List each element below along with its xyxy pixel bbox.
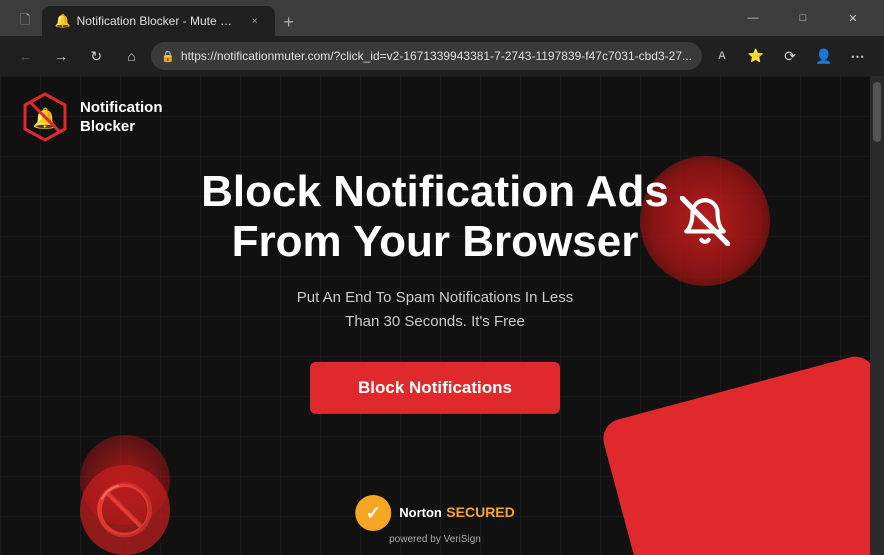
browser-window: 🗋 🔔 Notification Blocker - Mute Noti... …: [0, 0, 884, 555]
active-tab[interactable]: 🔔 Notification Blocker - Mute Noti... ×: [42, 6, 274, 36]
back-button[interactable]: ←: [10, 40, 41, 72]
scrollbar-thumb[interactable]: [873, 82, 881, 142]
menu-button[interactable]: ⋯: [842, 40, 874, 72]
window-controls: — □ ✕: [730, 0, 876, 36]
favorites-button[interactable]: ⭐: [740, 40, 772, 72]
content-area: 🚫 🔔 Notification Blocker: [0, 76, 884, 555]
norton-secured-text: Norton SECURED: [399, 504, 515, 522]
home-button[interactable]: ⌂: [116, 40, 147, 72]
security-lock-icon: 🔒: [161, 50, 175, 63]
logo-text: Notification Blocker: [80, 98, 163, 137]
subtext-line1: Put An End To Spam Notifications In Less: [297, 289, 574, 306]
tab-bar: 🗋 🔔 Notification Blocker - Mute Noti... …: [8, 0, 718, 36]
hero-subtext: Put An End To Spam Notifications In Less…: [135, 286, 735, 334]
no-entry-icon: 🚫: [94, 485, 156, 535]
subtext-line2: Than 30 Seconds. It's Free: [345, 313, 525, 330]
headline-line1: Block Notification Ads: [201, 166, 669, 215]
norton-powered-text: powered by VeriSign: [389, 534, 481, 545]
norton-brand-label: Norton: [399, 505, 442, 520]
hero-headline: Block Notification Ads From Your Browser: [135, 166, 735, 267]
no-entry-icon-circle: 🚫: [80, 465, 170, 555]
nav-bar: ← → ↻ ⌂ 🔒 https://notificationmuter.com/…: [0, 36, 884, 76]
norton-checkmark-icon: ✓: [355, 495, 391, 531]
new-tab-icon: 🗋: [20, 11, 30, 33]
profile-button[interactable]: 👤: [808, 40, 840, 72]
maximize-button[interactable]: □: [780, 0, 826, 36]
norton-text: Norton SECURED: [399, 504, 515, 522]
webpage: 🚫 🔔 Notification Blocker: [0, 76, 870, 555]
title-bar: 🗋 🔔 Notification Blocker - Mute Noti... …: [0, 0, 884, 36]
headline-line2: From Your Browser: [232, 217, 639, 266]
address-bar[interactable]: 🔒 https://notificationmuter.com/?click_i…: [151, 42, 702, 70]
logo-icon: 🔔: [20, 92, 70, 142]
tab-close-button[interactable]: ×: [247, 13, 263, 29]
translate-button[interactable]: A: [706, 40, 738, 72]
tab-favicon: 🔔: [54, 13, 70, 29]
close-button[interactable]: ✕: [830, 0, 876, 36]
norton-badge: ✓ Norton SECURED powered by VeriSign: [355, 495, 515, 545]
hero-section: Block Notification Ads From Your Browser…: [135, 166, 735, 437]
nav-right-buttons: A ⭐ ⟳ 👤 ⋯: [706, 40, 874, 72]
new-tab-button[interactable]: +: [275, 8, 303, 36]
tab-title: Notification Blocker - Mute Noti...: [77, 14, 237, 28]
refresh2-button[interactable]: ⟳: [774, 40, 806, 72]
norton-secured-label: SECURED: [446, 504, 514, 520]
norton-badge-inner: ✓ Norton SECURED: [355, 495, 515, 531]
forward-button[interactable]: →: [45, 40, 76, 72]
url-text: https://notificationmuter.com/?click_id=…: [181, 49, 692, 63]
refresh-button[interactable]: ↻: [81, 40, 112, 72]
block-notifications-button[interactable]: Block Notifications: [310, 362, 560, 414]
scrollbar[interactable]: [870, 76, 884, 555]
site-logo: 🔔 Notification Blocker: [20, 92, 163, 142]
new-tab-placeholder: 🗋: [8, 8, 42, 36]
minimize-button[interactable]: —: [730, 0, 776, 36]
